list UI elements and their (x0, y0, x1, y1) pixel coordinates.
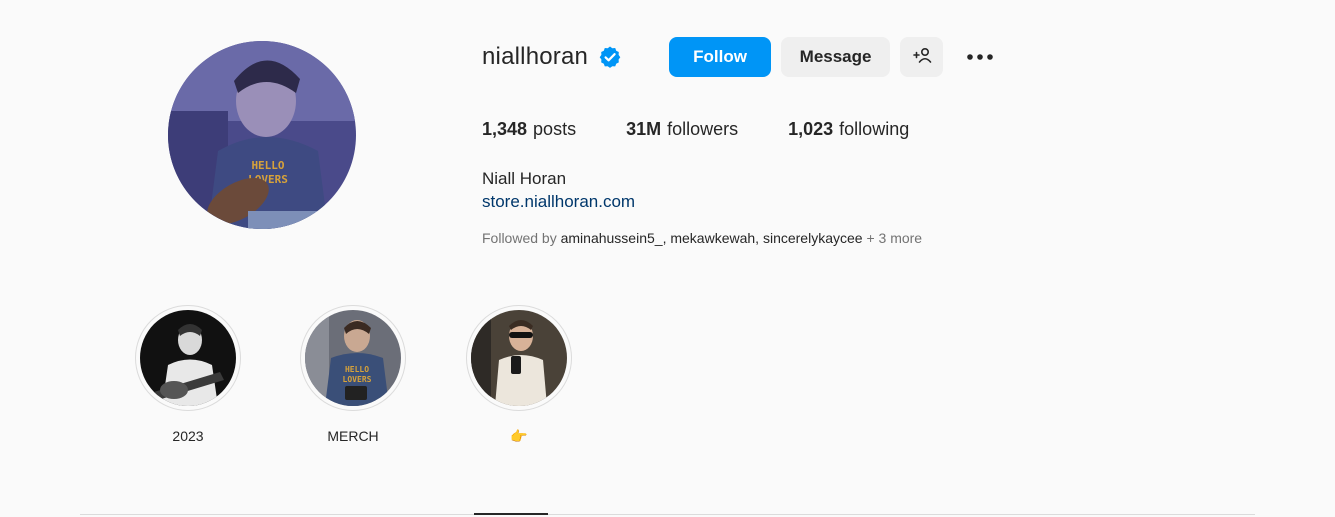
add-user-icon (912, 45, 932, 70)
verified-badge-icon (598, 45, 622, 69)
avatar-photo: HELLO LOVERS (168, 41, 356, 229)
profile-website-link[interactable]: store.niallhoran.com (482, 192, 635, 212)
follow-button[interactable]: Follow (669, 37, 772, 77)
more-options-icon[interactable] (964, 37, 996, 77)
follower-name[interactable]: mekawkewah (670, 230, 755, 246)
highlight-ring (135, 305, 241, 411)
highlight-ring (466, 305, 572, 411)
svg-text:HELLO: HELLO (251, 159, 284, 172)
suggested-users-button[interactable] (900, 37, 944, 77)
following-stat[interactable]: 1,023 following (788, 119, 909, 140)
story-highlight[interactable]: HELLO LOVERS MERCH (300, 305, 406, 446)
story-highlight[interactable]: 2023 (135, 305, 241, 446)
profile-page: HELLO LOVERS niallhoran Follow Message 1… (0, 0, 1335, 517)
follower-name[interactable]: sincerelykaycee (763, 230, 863, 246)
highlight-label: 2023 (172, 428, 204, 444)
posts-stat: 1,348 posts (482, 119, 576, 140)
svg-text:LOVERS: LOVERS (343, 375, 372, 384)
highlight-label: MERCH (327, 428, 379, 444)
following-label: following (839, 118, 910, 139)
profile-stats: 1,348 posts 31M followers 1,023 followin… (482, 117, 959, 141)
profile-full-name: Niall Horan (482, 169, 567, 188)
posts-label: posts (533, 118, 577, 139)
highlight-cover (140, 310, 236, 406)
highlight-cover: HELLO LOVERS (305, 310, 401, 406)
followed-by-more[interactable]: + 3 more (866, 230, 922, 246)
active-tab-indicator (474, 513, 548, 515)
highlight-cover (471, 310, 567, 406)
followers-stat[interactable]: 31M followers (626, 119, 738, 140)
highlight-label: 👉 (510, 428, 528, 444)
followed-by-prefix: Followed by (482, 230, 557, 246)
profile-username: niallhoran (482, 43, 589, 70)
story-highlight[interactable]: 👉 (466, 305, 572, 446)
profile-header-row: niallhoran Follow Message (482, 37, 996, 77)
svg-text:HELLO: HELLO (345, 365, 369, 374)
following-count: 1,023 (788, 118, 834, 139)
followers-label: followers (667, 118, 739, 139)
message-button[interactable]: Message (781, 37, 891, 77)
profile-avatar[interactable]: HELLO LOVERS (168, 41, 356, 229)
followed-by-text[interactable]: Followed by aminahussein5_, mekawkewah, … (482, 230, 922, 246)
follower-name[interactable]: aminahussein5_ (561, 230, 663, 246)
highlight-ring: HELLO LOVERS (300, 305, 406, 411)
posts-count: 1,348 (482, 118, 528, 139)
followers-count: 31M (626, 118, 662, 139)
tabs-divider (80, 514, 1255, 515)
